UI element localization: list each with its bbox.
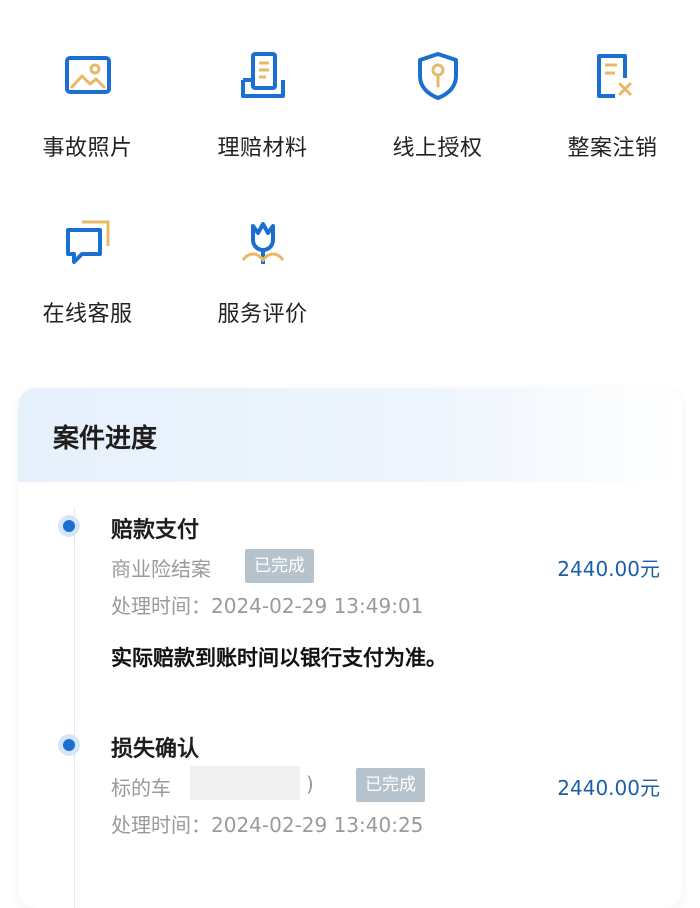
action-label: 在线客服 [42,302,133,327]
step-amount: 2440.00元 [557,776,660,800]
action-label: 服务评价 [217,302,308,327]
flower-rating-icon [235,214,291,270]
step-title: 损失确认 [111,737,200,762]
step-time: 处理时间：2024-02-29 13:40:25 [111,813,424,837]
action-label: 线上授权 [392,136,483,161]
redacted-plate [190,766,300,800]
action-label: 理赔材料 [217,136,308,161]
chat-icon [60,214,116,270]
image-icon [60,48,116,104]
timeline-dot [63,520,75,532]
step-subtitle: 商业险结案 [111,557,211,581]
documents-icon [235,48,291,104]
case-progress-card: 案件进度 赔款支付 商业险结案 已完成 2440.00元 处理时间：2024-0… [18,388,682,908]
cancel-document-icon [585,48,641,104]
step-note: 实际赔款到账时间以银行支付为准。 [111,646,447,670]
shield-key-icon [410,48,466,104]
timeline-dot [63,739,75,751]
step-amount: 2440.00元 [557,557,660,581]
status-badge: 已完成 [245,549,314,583]
action-label: 事故照片 [42,136,133,161]
step-time: 处理时间：2024-02-29 13:49:01 [111,594,424,618]
step-subtitle-suffix: ) [306,772,314,796]
card-header: 案件进度 [18,388,682,482]
timeline-line [74,508,75,908]
step-subtitle: 标的车 [111,776,171,800]
status-badge: 已完成 [356,768,425,802]
step-title: 赔款支付 [111,518,200,543]
card-title: 案件进度 [53,424,158,454]
action-label: 整案注销 [567,136,658,161]
